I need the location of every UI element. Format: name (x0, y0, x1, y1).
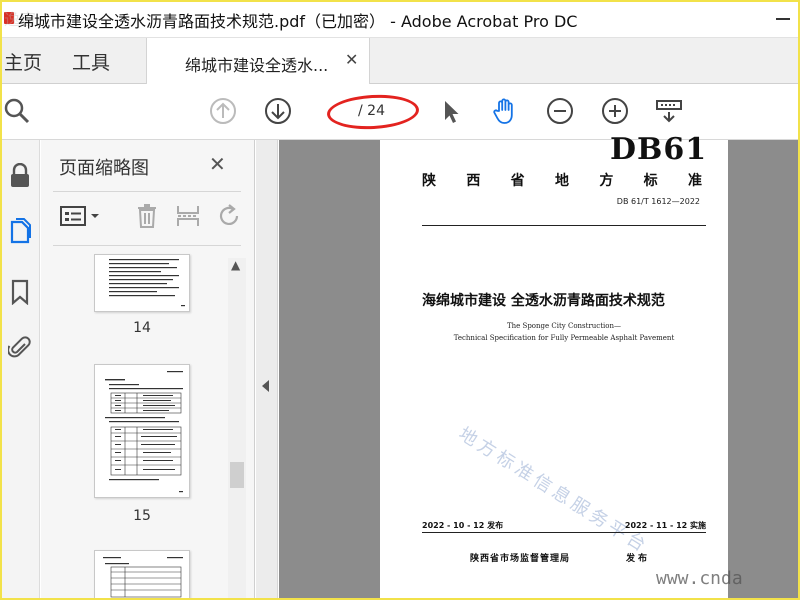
title-bar: 逸窗· 绵城市建设全透水沥青路面技术规范.pdf（已加密） - Adobe Ac… (0, 0, 800, 38)
panel-collapse-handle[interactable] (256, 140, 278, 600)
issuing-authority: 陕西省市场监督管理局 (470, 554, 571, 564)
bookmark-icon[interactable] (6, 278, 34, 306)
attachment-icon[interactable] (6, 334, 34, 362)
rotate-page-icon[interactable] (217, 202, 241, 230)
hand-tool-icon[interactable] (490, 96, 520, 126)
delete-page-icon[interactable] (135, 202, 159, 230)
pdf-page: DB61 陕西省地方标准 DB 61/T 1612—2022 海绵城市建设 全透… (380, 132, 728, 600)
standard-number: DB 61/T 1612—2022 (616, 197, 700, 206)
page-display-icon[interactable] (654, 96, 684, 126)
close-panel-icon[interactable]: ✕ (209, 152, 226, 176)
previous-page-icon[interactable] (208, 96, 238, 126)
thumbnail-page-14[interactable] (94, 254, 190, 312)
scroll-up-icon[interactable]: ▲ (231, 258, 240, 272)
collapse-arrow-icon (262, 380, 269, 392)
panel-divider (53, 191, 241, 192)
page-thumbnails-icon[interactable] (6, 218, 34, 246)
site-watermark: www.cnda (656, 568, 743, 589)
panel-divider-2 (53, 245, 241, 246)
document-tab-label: 绵城市建设全透水... (185, 56, 329, 75)
issued-label: 发布 (626, 554, 651, 564)
tab-home[interactable]: 主页 (4, 48, 42, 75)
zoom-in-icon[interactable] (600, 96, 630, 126)
standard-type: 陕西省地方标准 (422, 173, 702, 189)
minimize-button[interactable] (776, 18, 790, 20)
header-rule (422, 225, 706, 226)
document-title-en-1: The Sponge City Construction— (506, 322, 621, 330)
thumbnails-panel: 页面缩略图 ✕ 14 15 ▲ (41, 140, 255, 600)
scrollbar-thumb[interactable] (230, 462, 244, 488)
select-cursor-icon[interactable] (436, 96, 466, 126)
document-viewport[interactable]: DB61 陕西省地方标准 DB 61/T 1612—2022 海绵城市建设 全透… (279, 132, 800, 600)
left-navigation-rail (0, 140, 40, 600)
thumbnail-page-15[interactable] (94, 364, 190, 498)
thumbnail-page-number: 14 (133, 320, 151, 336)
implement-date: 2022 - 11 - 12 实施 (624, 521, 706, 530)
standard-code-large: DB61 (610, 132, 708, 167)
tab-tools[interactable]: 工具 (72, 48, 110, 75)
date-row: 2022 - 10 - 12 发布 2022 - 11 - 12 实施 (422, 520, 706, 531)
panel-title: 页面缩略图 (59, 158, 149, 179)
thumbnail-page-16[interactable] (94, 550, 190, 600)
document-title-en-2: Technical Specification for Fully Permea… (453, 334, 675, 342)
zoom-out-icon[interactable] (545, 96, 575, 126)
search-icon[interactable] (2, 96, 32, 126)
page-watermark: 地方标准信息服务平台 (454, 423, 653, 558)
thumbnail-page-number: 15 (133, 508, 151, 524)
next-page-icon[interactable] (263, 96, 293, 126)
insert-page-icon[interactable] (175, 202, 201, 230)
publish-date: 2022 - 10 - 12 发布 (422, 521, 504, 530)
footer-rule (422, 532, 706, 533)
thumbnail-options-button[interactable] (59, 202, 103, 230)
tab-bar: 主页 工具 绵城市建设全透水... ✕ (0, 38, 800, 84)
lock-icon[interactable] (6, 162, 34, 190)
thumbnails-scrollbar[interactable]: ▲ (228, 258, 246, 598)
document-title-cn: 海绵城市建设 全透水沥青路面技术规范 (422, 293, 665, 309)
tab-document[interactable]: 绵城市建设全透水... ✕ (146, 38, 370, 84)
close-tab-icon[interactable]: ✕ (345, 50, 358, 69)
window-title: 绵城市建设全透水沥青路面技术规范.pdf（已加密） - Adobe Acroba… (18, 12, 578, 31)
